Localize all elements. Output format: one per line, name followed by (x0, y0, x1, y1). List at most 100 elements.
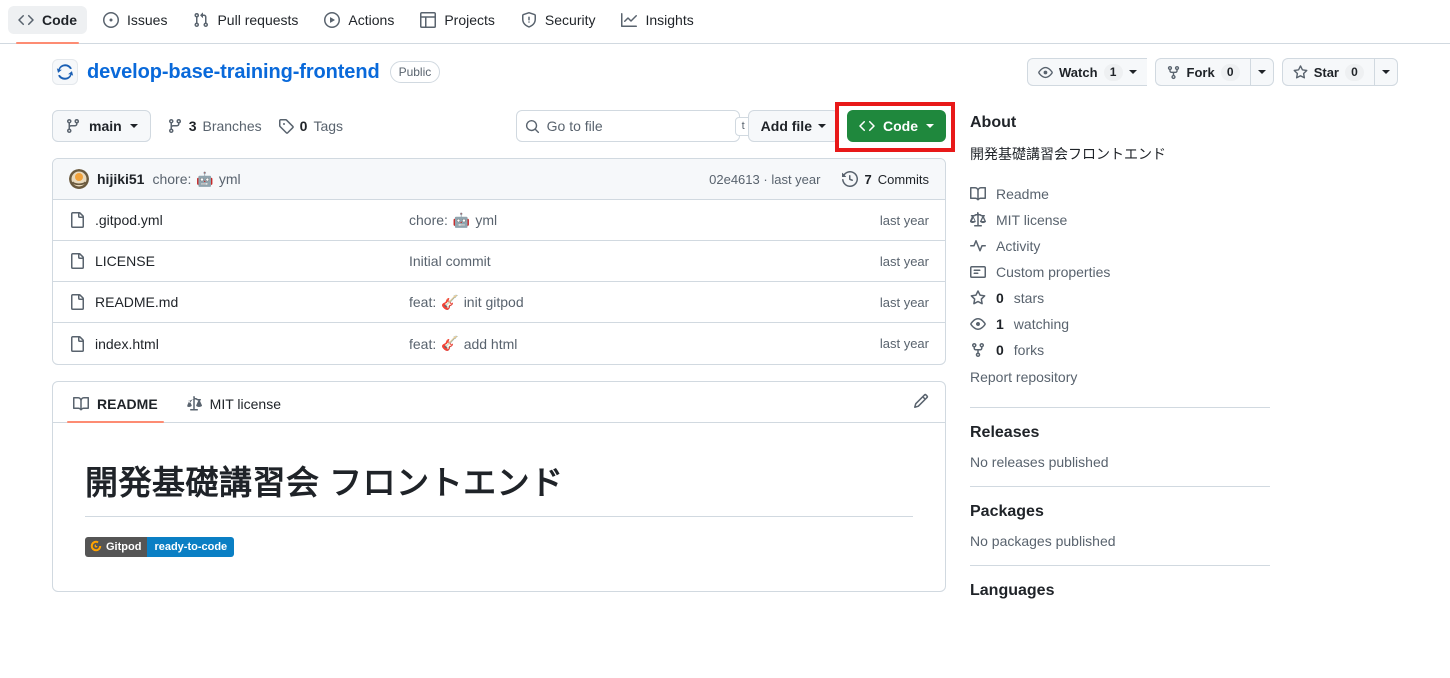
gitpod-badge-left-label: Gitpod (106, 541, 142, 553)
guitar-emoji-icon: 🎸 (441, 293, 459, 310)
chevron-down-icon (129, 124, 138, 128)
commit-sha-and-time[interactable]: 02e4613 · last year (709, 172, 820, 187)
nav-item-projects[interactable]: Projects (410, 6, 505, 34)
commits-history-link[interactable]: 7 Commits (842, 171, 929, 187)
tab-label: README (97, 396, 158, 412)
sidebar-item-watching[interactable]: 1 watching (970, 311, 1270, 337)
sidebar-item-activity[interactable]: Activity (970, 233, 1270, 259)
table-row[interactable]: .gitpod.yml chore: 🤖 yml last year (53, 200, 945, 241)
file-commit-prefix: feat: (409, 335, 437, 352)
readme-panel: README MIT license 開発基礎講習会 フロントエンド Gitpo… (52, 381, 946, 592)
pencil-icon[interactable] (913, 393, 929, 414)
repo-avatar-icon (52, 59, 78, 85)
table-row[interactable]: index.html feat: 🎸 add html last year (53, 323, 945, 364)
repo-forked-icon (1166, 65, 1181, 80)
sidebar-item-license[interactable]: MIT license (970, 207, 1270, 233)
visibility-badge: Public (389, 61, 441, 83)
commit-message[interactable]: chore: 🤖 yml (152, 171, 240, 188)
star-icon (970, 290, 986, 306)
table-row[interactable]: README.md feat: 🎸 init gitpod last year (53, 282, 945, 323)
table-row[interactable]: LICENSE Initial commit last year (53, 241, 945, 282)
watch-button[interactable]: Watch 1 (1027, 58, 1147, 86)
star-dropdown-button[interactable] (1374, 58, 1398, 86)
note-icon (970, 264, 986, 280)
commit-meta: 02e4613 · last year 7 Commits (709, 171, 929, 187)
file-name-cell[interactable]: README.md (69, 294, 409, 310)
nav-item-label: Issues (127, 12, 168, 28)
file-name-cell[interactable]: .gitpod.yml (69, 212, 409, 228)
file-name-cell[interactable]: index.html (69, 335, 409, 352)
chevron-down-icon (1257, 70, 1266, 74)
graph-icon (621, 12, 638, 28)
releases-title: Releases (970, 424, 1040, 441)
file-commit-message[interactable]: chore: 🤖 yml (409, 212, 880, 229)
search-input[interactable] (546, 118, 728, 134)
latest-commit-row: hijiki51 chore: 🤖 yml 02e4613 · last yea… (53, 159, 945, 200)
watch-count: 1 (1103, 63, 1123, 81)
commit-author[interactable]: hijiki51 (97, 171, 144, 187)
code-icon (859, 118, 875, 134)
repo-description: 開発基礎講習会フロントエンド (970, 146, 1166, 162)
repo-actions: Watch 1 Fork 0 Star 0 (1027, 58, 1398, 86)
stars-count: 0 (996, 290, 1004, 306)
fork-label: Fork (1186, 64, 1215, 80)
file-table: hijiki51 chore: 🤖 yml 02e4613 · last yea… (52, 158, 946, 365)
file-name-cell[interactable]: LICENSE (69, 253, 409, 269)
law-icon (186, 396, 202, 412)
branch-name: main (89, 118, 122, 134)
file-commit-message[interactable]: feat: 🎸 init gitpod (409, 294, 880, 311)
fork-dropdown-button[interactable] (1249, 58, 1274, 86)
main-column: main 3 Branches 0 Tags Go to file t Add … (52, 102, 955, 612)
sidebar-item-readme[interactable]: Readme (970, 181, 1270, 207)
eye-icon (1038, 65, 1053, 80)
sidebar-item-forks[interactable]: 0 forks (970, 337, 1270, 363)
sidebar-item-custom-properties[interactable]: Custom properties (970, 259, 1270, 285)
sidebar-item-stars[interactable]: 0 stars (970, 285, 1270, 311)
play-icon (324, 12, 341, 28)
file-name: index.html (95, 335, 159, 352)
star-icon (1293, 64, 1308, 80)
file-icon (69, 294, 85, 310)
readme-tabs: README MIT license (53, 382, 945, 423)
git-branch-icon (65, 118, 81, 134)
tab-mit-license[interactable]: MIT license (174, 390, 293, 422)
nav-item-insights[interactable]: Insights (611, 6, 703, 34)
robot-emoji-icon: 🤖 (196, 170, 214, 187)
file-commit-prefix: chore: (409, 212, 448, 228)
sidebar-item-label: Custom properties (996, 264, 1111, 280)
code-button[interactable]: Code (847, 110, 946, 142)
fork-count: 0 (1220, 63, 1240, 81)
add-file-button[interactable]: Add file (747, 110, 839, 142)
star-button[interactable]: Star 0 (1281, 58, 1374, 86)
shield-icon (521, 12, 537, 28)
branches-link[interactable]: 3 Branches (167, 118, 262, 134)
nav-item-pull-requests[interactable]: Pull requests (183, 6, 308, 34)
file-commit-prefix: feat: (409, 294, 437, 310)
file-commit-prefix: Initial commit (409, 253, 491, 269)
nav-item-label: Code (42, 12, 77, 28)
pulse-icon (970, 238, 986, 254)
nav-item-label: Insights (645, 12, 694, 28)
separator: · (763, 171, 768, 187)
file-commit-message[interactable]: feat: 🎸 add html (409, 335, 880, 352)
watch-button-group: Watch 1 (1027, 58, 1147, 86)
gitpod-badge[interactable]: Gitpod ready-to-code (85, 537, 235, 557)
branch-selector-button[interactable]: main (52, 110, 151, 142)
commits-label: Commits (877, 171, 929, 187)
nav-item-code[interactable]: Code (8, 6, 87, 44)
repo-name[interactable]: develop-base-training-frontend (87, 61, 380, 84)
nav-item-label: Pull requests (217, 12, 299, 28)
sidebar-item-label: Readme (996, 186, 1049, 202)
file-icon (69, 335, 85, 352)
report-repository-link[interactable]: Report repository (970, 363, 1270, 391)
nav-item-actions[interactable]: Actions (314, 6, 404, 34)
nav-item-security[interactable]: Security (511, 6, 606, 34)
tab-readme[interactable]: README (61, 390, 170, 423)
fork-button[interactable]: Fork 0 (1154, 58, 1250, 86)
search-box[interactable]: t (515, 110, 752, 142)
nav-item-issues[interactable]: Issues (93, 6, 177, 34)
file-commit-message[interactable]: Initial commit (409, 253, 880, 269)
branches-label: Branches (202, 118, 262, 134)
commit-message-suffix: yml (218, 171, 241, 187)
tags-link[interactable]: 0 Tags (278, 118, 343, 134)
